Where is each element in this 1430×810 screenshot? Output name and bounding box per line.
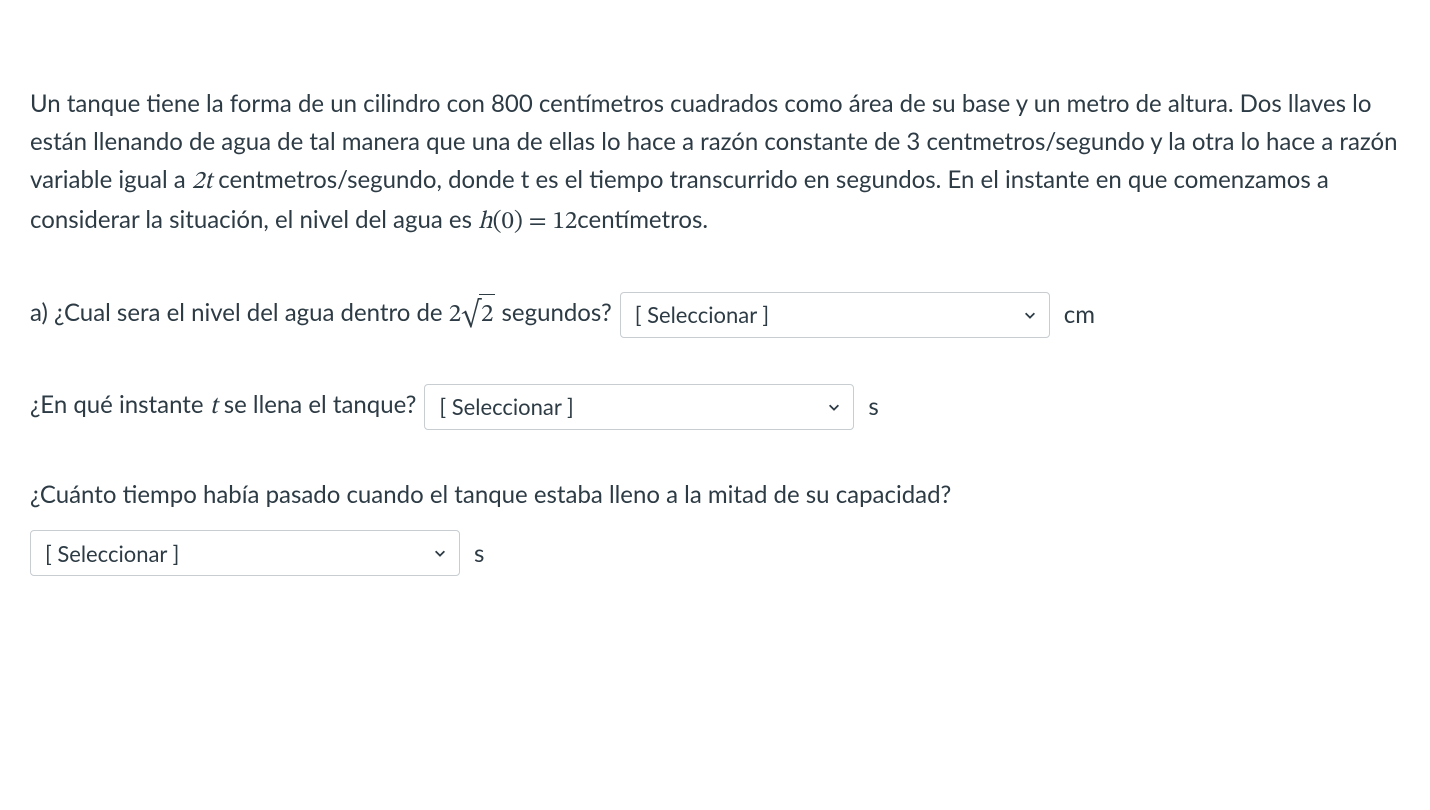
math-2sqrt2: 2√2 xyxy=(449,302,496,327)
dropdown-placeholder: [ Seleccionar ] xyxy=(439,389,573,424)
math-t: t xyxy=(210,394,218,419)
math-2t: 2t xyxy=(192,169,212,194)
question-c-block: ¿Cuánto tiempo había pasado cuando el ta… xyxy=(30,476,1400,576)
unit-label-s: s xyxy=(868,388,878,426)
unit-label-cm: cm xyxy=(1064,296,1095,334)
dropdown-question-b[interactable]: [ Seleccionar ] xyxy=(424,384,854,430)
dropdown-placeholder: [ Seleccionar ] xyxy=(45,540,179,567)
chevron-down-icon xyxy=(1023,308,1037,322)
question-c-text: ¿Cuánto tiempo había pasado cuando el ta… xyxy=(30,476,1400,514)
qb-prefix-text: ¿En qué instante xyxy=(30,390,210,419)
unit-label-s: s xyxy=(474,539,484,568)
chevron-down-icon xyxy=(827,400,841,414)
question-b-prefix: ¿En qué instante t se llena el tanque? xyxy=(30,386,416,427)
chevron-down-icon xyxy=(433,546,447,560)
qa-sqrt-arg: 2 xyxy=(479,294,495,335)
question-b-line: ¿En qué instante t se llena el tanque? [… xyxy=(30,384,1400,430)
question-c-row: [ Seleccionar ] s xyxy=(30,530,1400,576)
math-h0: h(0) = 12 xyxy=(478,209,577,234)
problem-statement: Un tanque tiene la forma de un cilindro … xyxy=(30,85,1400,242)
qa-prefix-text: a) ¿Cual sera el nivel del agua dentro d… xyxy=(30,298,449,327)
qa-suffix-text: segundos? xyxy=(495,298,611,327)
problem-text-post: centímetros. xyxy=(577,205,708,234)
qa-two: 2 xyxy=(449,302,461,327)
dropdown-placeholder: [ Seleccionar ] xyxy=(635,297,769,332)
question-a-line: a) ¿Cual sera el nivel del agua dentro d… xyxy=(30,292,1400,338)
qb-suffix-text: se llena el tanque? xyxy=(218,390,417,419)
question-a-prefix: a) ¿Cual sera el nivel del agua dentro d… xyxy=(30,294,612,335)
dropdown-question-a[interactable]: [ Seleccionar ] xyxy=(620,292,1050,338)
dropdown-question-c[interactable]: [ Seleccionar ] xyxy=(30,530,460,576)
